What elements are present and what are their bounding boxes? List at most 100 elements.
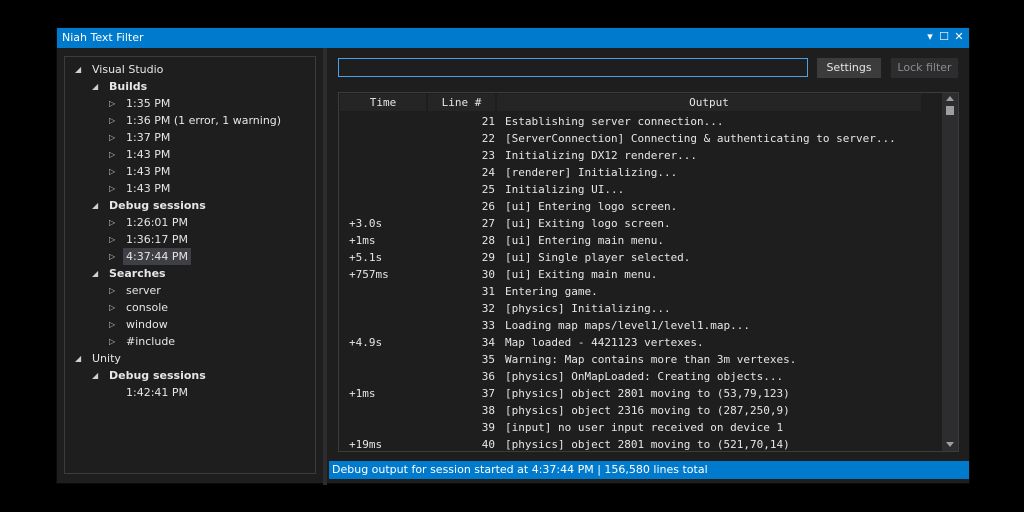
table-row[interactable]: 26 [ui] Entering logo screen.: [339, 198, 944, 215]
line-cell: 24: [481, 166, 495, 179]
tree-item-label: 1:36 PM (1 error, 1 warning): [126, 114, 282, 127]
tree-item-label: 1:43 PM: [126, 165, 171, 178]
output-cell: Initializing DX12 renderer...: [505, 149, 698, 162]
scroll-down-icon[interactable]: [946, 442, 954, 447]
output-cell: [ui] Exiting logo screen.: [505, 217, 671, 230]
tree-item-label: 1:26:01 PM: [126, 216, 189, 229]
collapsed-arrow-icon[interactable]: ▷: [109, 112, 119, 129]
line-cell: 40: [481, 438, 495, 451]
line-cell: 21: [481, 115, 495, 128]
tree-item-label: Debug sessions: [109, 199, 206, 212]
output-cell: Initializing UI...: [505, 183, 625, 196]
expanded-arrow-icon[interactable]: ◢: [92, 367, 102, 384]
title-bar[interactable]: Niah Text Filter ▾ ☐ ✕: [57, 28, 969, 48]
line-cell: 28: [481, 234, 495, 247]
panel-splitter[interactable]: [323, 48, 327, 485]
expanded-arrow-icon[interactable]: ◢: [75, 61, 85, 78]
search-input[interactable]: [338, 58, 808, 77]
table-row[interactable]: +3.0s 27 [ui] Exiting logo screen.: [339, 215, 944, 232]
table-row[interactable]: 31 Entering game.: [339, 283, 944, 300]
output-cell: [input] no user input received on device…: [505, 421, 784, 434]
output-cell: Establishing server connection...: [505, 115, 724, 128]
output-cell: Warning: Map contains more than 3m verte…: [505, 353, 797, 366]
collapsed-arrow-icon[interactable]: ▷: [109, 248, 119, 265]
tree-item-label: 1:42:41 PM: [126, 386, 189, 399]
collapsed-arrow-icon[interactable]: ▷: [109, 299, 119, 316]
time-cell: +5.1s: [349, 251, 383, 264]
expanded-arrow-icon[interactable]: ◢: [92, 78, 102, 95]
time-cell: +757ms: [349, 268, 389, 281]
table-row[interactable]: +4.9s 34 Map loaded - 4421123 vertexes.: [339, 334, 944, 351]
collapsed-arrow-icon[interactable]: ▷: [109, 180, 119, 197]
collapsed-arrow-icon[interactable]: ▷: [109, 214, 119, 231]
collapsed-arrow-icon[interactable]: ▷: [109, 333, 119, 350]
table-row[interactable]: +1ms 28 [ui] Entering main menu.: [339, 232, 944, 249]
collapsed-arrow-icon[interactable]: ▷: [109, 163, 119, 180]
time-cell: +19ms: [349, 438, 383, 451]
table-row[interactable]: 32 [physics] Initializing...: [339, 300, 944, 317]
line-cell: 32: [481, 302, 495, 315]
output-cell: [physics] object 2316 moving to (287,250…: [505, 404, 790, 417]
scroll-up-icon[interactable]: [946, 96, 954, 101]
output-cell: [physics] object 2801 moving to (521,70,…: [505, 438, 790, 451]
expanded-arrow-icon[interactable]: ◢: [92, 197, 102, 214]
column-header-time[interactable]: Time: [340, 94, 426, 111]
table-row[interactable]: +5.1s 29 [ui] Single player selected.: [339, 249, 944, 266]
output-cell: [renderer] Initializing...: [505, 166, 678, 179]
scroll-thumb[interactable]: [946, 106, 954, 115]
table-row[interactable]: 33 Loading map maps/level1/level1.map...: [339, 317, 944, 334]
table-row[interactable]: +19ms 40 [physics] object 2801 moving to (…: [339, 436, 944, 451]
table-row[interactable]: 39 [input] no user input received on devi…: [339, 419, 944, 436]
close-icon[interactable]: ✕: [952, 30, 966, 44]
tree-item-label: Debug sessions: [109, 369, 206, 382]
output-table[interactable]: Time Line # Output 21 Establishing server…: [338, 92, 959, 452]
output-cell: Map loaded - 4421123 vertexes.: [505, 336, 704, 349]
table-row[interactable]: 23 Initializing DX12 renderer...: [339, 147, 944, 164]
table-row[interactable]: 36 [physics] OnMapLoaded: Creating object…: [339, 368, 944, 385]
lock-filter-button[interactable]: Lock filter: [891, 58, 958, 78]
table-row[interactable]: 22 [ServerConnection] Connecting & authen…: [339, 130, 944, 147]
tree-item-label: 4:37:44 PM: [123, 248, 192, 265]
output-cell: Entering game.: [505, 285, 598, 298]
output-cell: [ui] Single player selected.: [505, 251, 691, 264]
tree-item-label: Unity: [92, 352, 121, 365]
maximize-icon[interactable]: ☐: [937, 30, 951, 44]
table-row[interactable]: 25 Initializing UI...: [339, 181, 944, 198]
column-header-line[interactable]: Line #: [428, 94, 495, 111]
session-tree[interactable]: ◢ Visual Studio ◢ Builds ▷ 1:35 PM ▷ 1:36 PM (1…: [64, 56, 316, 474]
table-row[interactable]: 24 [renderer] Initializing...: [339, 164, 944, 181]
collapsed-arrow-icon[interactable]: ▷: [109, 231, 119, 248]
table-row[interactable]: +1ms 37 [physics] object 2801 moving to (5…: [339, 385, 944, 402]
tree-item-label: Searches: [109, 267, 166, 280]
collapsed-arrow-icon[interactable]: ▷: [109, 129, 119, 146]
line-cell: 22: [481, 132, 495, 145]
line-cell: 39: [481, 421, 495, 434]
tree-item-label: 1:37 PM: [126, 131, 171, 144]
table-row[interactable]: 38 [physics] object 2316 moving to (287,2…: [339, 402, 944, 419]
tree-item-label: 1:36:17 PM: [126, 233, 189, 246]
output-cell: Loading map maps/level1/level1.map...: [505, 319, 751, 332]
collapsed-arrow-icon[interactable]: ▷: [109, 316, 119, 333]
table-row[interactable]: 35 Warning: Map contains more than 3m ver…: [339, 351, 944, 368]
output-cell: [ServerConnection] Connecting & authenti…: [505, 132, 896, 145]
column-header-output[interactable]: Output: [497, 94, 921, 111]
vertical-scrollbar[interactable]: [942, 93, 958, 451]
time-cell: +3.0s: [349, 217, 383, 230]
collapsed-arrow-icon[interactable]: ▷: [109, 282, 119, 299]
settings-button[interactable]: Settings: [817, 58, 881, 78]
line-cell: 33: [481, 319, 495, 332]
line-cell: 25: [481, 183, 495, 196]
line-cell: 27: [481, 217, 495, 230]
window-menu-icon[interactable]: ▾: [923, 30, 937, 44]
line-cell: 29: [481, 251, 495, 264]
tree-item-label: 1:43 PM: [126, 148, 171, 161]
main-window: Niah Text Filter ▾ ☐ ✕ ◢ Visual Studio ◢ Bu…: [56, 27, 970, 485]
expanded-arrow-icon[interactable]: ◢: [75, 350, 85, 367]
expanded-arrow-icon[interactable]: ◢: [92, 265, 102, 282]
collapsed-arrow-icon[interactable]: ▷: [109, 146, 119, 163]
table-row[interactable]: 21 Establishing server connection...: [339, 113, 944, 130]
output-cell: [physics] object 2801 moving to (53,79,1…: [505, 387, 790, 400]
collapsed-arrow-icon[interactable]: ▷: [109, 95, 119, 112]
table-row[interactable]: +757ms 30 [ui] Exiting main menu.: [339, 266, 944, 283]
output-cell: [physics] Initializing...: [505, 302, 671, 315]
